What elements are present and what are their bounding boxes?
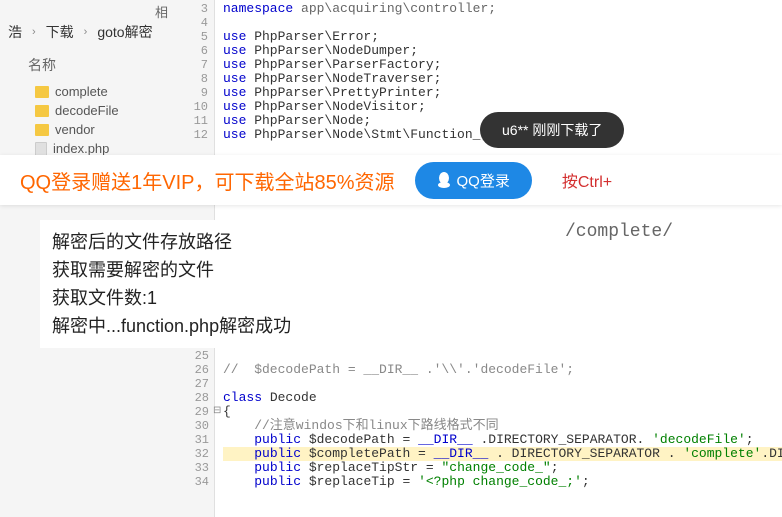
fold-icon[interactable]: ⊟ bbox=[213, 405, 221, 417]
breadcrumb-part[interactable]: goto解密 bbox=[97, 22, 152, 42]
line-number: 12 bbox=[175, 128, 208, 142]
qq-button-label: QQ登录 bbox=[457, 170, 510, 191]
folder-icon bbox=[35, 86, 49, 98]
qq-icon bbox=[437, 172, 451, 188]
breadcrumb-part[interactable]: 下载 bbox=[46, 22, 74, 42]
file-icon bbox=[35, 142, 47, 156]
output-line: 获取文件数:1 bbox=[52, 284, 508, 312]
gutter-lower: 24 25 26 27 28 29 30 31 32 33 34 bbox=[175, 335, 215, 489]
code-line bbox=[223, 377, 782, 391]
qq-login-button[interactable]: QQ登录 bbox=[415, 162, 532, 199]
fragment-label: 相 bbox=[155, 2, 168, 21]
tree-label: vendor bbox=[55, 122, 95, 137]
code-line: use PhpParser\Error; bbox=[223, 30, 782, 44]
line-number: 26 bbox=[175, 363, 209, 377]
line-number: 31 bbox=[175, 433, 209, 447]
line-number: 11 bbox=[175, 114, 208, 128]
line-number: 33 bbox=[175, 461, 209, 475]
folder-icon bbox=[35, 105, 49, 117]
line-number: 29 bbox=[175, 405, 209, 419]
breadcrumb: 浩 › 下载 › goto解密 bbox=[8, 22, 153, 42]
line-number: 28 bbox=[175, 391, 209, 405]
line-number: 7 bbox=[175, 58, 208, 72]
line-number: 8 bbox=[175, 72, 208, 86]
line-number: 6 bbox=[175, 44, 208, 58]
line-number: 25 bbox=[175, 349, 209, 363]
promo-bar: QQ登录赠送1年VIP，可下载全站85%资源 QQ登录 按Ctrl+ bbox=[0, 155, 782, 205]
code-line: namespace app\acquiring\controller; bbox=[223, 2, 782, 16]
output-line: 解密中...function.php解密成功 bbox=[52, 312, 508, 340]
line-number: 30 bbox=[175, 419, 209, 433]
file-tree: complete decodeFile vendor index.php bbox=[35, 82, 119, 158]
code-line: public $completePath = __DIR__ . DIRECTO… bbox=[223, 447, 782, 461]
download-toast: u6** 刚刚下载了 bbox=[480, 112, 624, 148]
output-line: 获取需要解密的文件 bbox=[52, 256, 508, 284]
tree-item-folder[interactable]: decodeFile bbox=[35, 101, 119, 120]
code-body-lower[interactable]: $decodeObj->batchDecode(); // $decodePat… bbox=[223, 335, 782, 489]
output-line: 解密后的文件存放路径 bbox=[52, 228, 508, 256]
line-number: 32 bbox=[175, 447, 209, 461]
tree-item-folder[interactable]: complete bbox=[35, 82, 119, 101]
code-line bbox=[223, 16, 782, 30]
code-line: public $replaceTip = '<?php change_code_… bbox=[223, 475, 782, 489]
chevron-right-icon: › bbox=[32, 26, 36, 38]
chevron-right-icon: › bbox=[84, 26, 88, 38]
code-line: use PhpParser\NodeDumper; bbox=[223, 44, 782, 58]
line-number: 27 bbox=[175, 377, 209, 391]
column-header-name[interactable]: 名称 bbox=[28, 55, 56, 75]
promo-text: QQ登录赠送1年VIP，可下载全站85%资源 bbox=[20, 166, 395, 195]
code-line: use PhpParser\PrettyPrinter; bbox=[223, 86, 782, 100]
line-number: 4 bbox=[175, 16, 208, 30]
line-number: 10 bbox=[175, 100, 208, 114]
line-number: 34 bbox=[175, 475, 209, 489]
breadcrumb-part[interactable]: 浩 bbox=[8, 22, 22, 42]
tree-label: decodeFile bbox=[55, 103, 119, 118]
decode-output: 解密后的文件存放路径 获取需要解密的文件 获取文件数:1 解密中...funct… bbox=[40, 220, 520, 348]
code-line bbox=[223, 349, 782, 363]
line-number: 3 bbox=[175, 2, 208, 16]
code-line: { bbox=[223, 405, 782, 419]
line-number: 5 bbox=[175, 30, 208, 44]
tree-item-folder[interactable]: vendor bbox=[35, 120, 119, 139]
code-line: //注意windos下和linux下路线格式不同 bbox=[223, 419, 782, 433]
line-number: 9 bbox=[175, 86, 208, 100]
code-line: use PhpParser\ParserFactory; bbox=[223, 58, 782, 72]
tree-label: complete bbox=[55, 84, 108, 99]
tree-label: index.php bbox=[53, 141, 109, 156]
code-line: public $decodePath = __DIR__ .DIRECTORY_… bbox=[223, 433, 782, 447]
output-path: /complete/ bbox=[565, 222, 673, 242]
code-line: // $decodePath = __DIR__ .'\\'.'decodeFi… bbox=[223, 363, 782, 377]
code-line: class Decode bbox=[223, 391, 782, 405]
promo-extra: 按Ctrl+ bbox=[562, 168, 612, 192]
folder-icon bbox=[35, 124, 49, 136]
code-line: use PhpParser\NodeTraverser; bbox=[223, 72, 782, 86]
code-line: public $replaceTipStr = "change_code_"; bbox=[223, 461, 782, 475]
